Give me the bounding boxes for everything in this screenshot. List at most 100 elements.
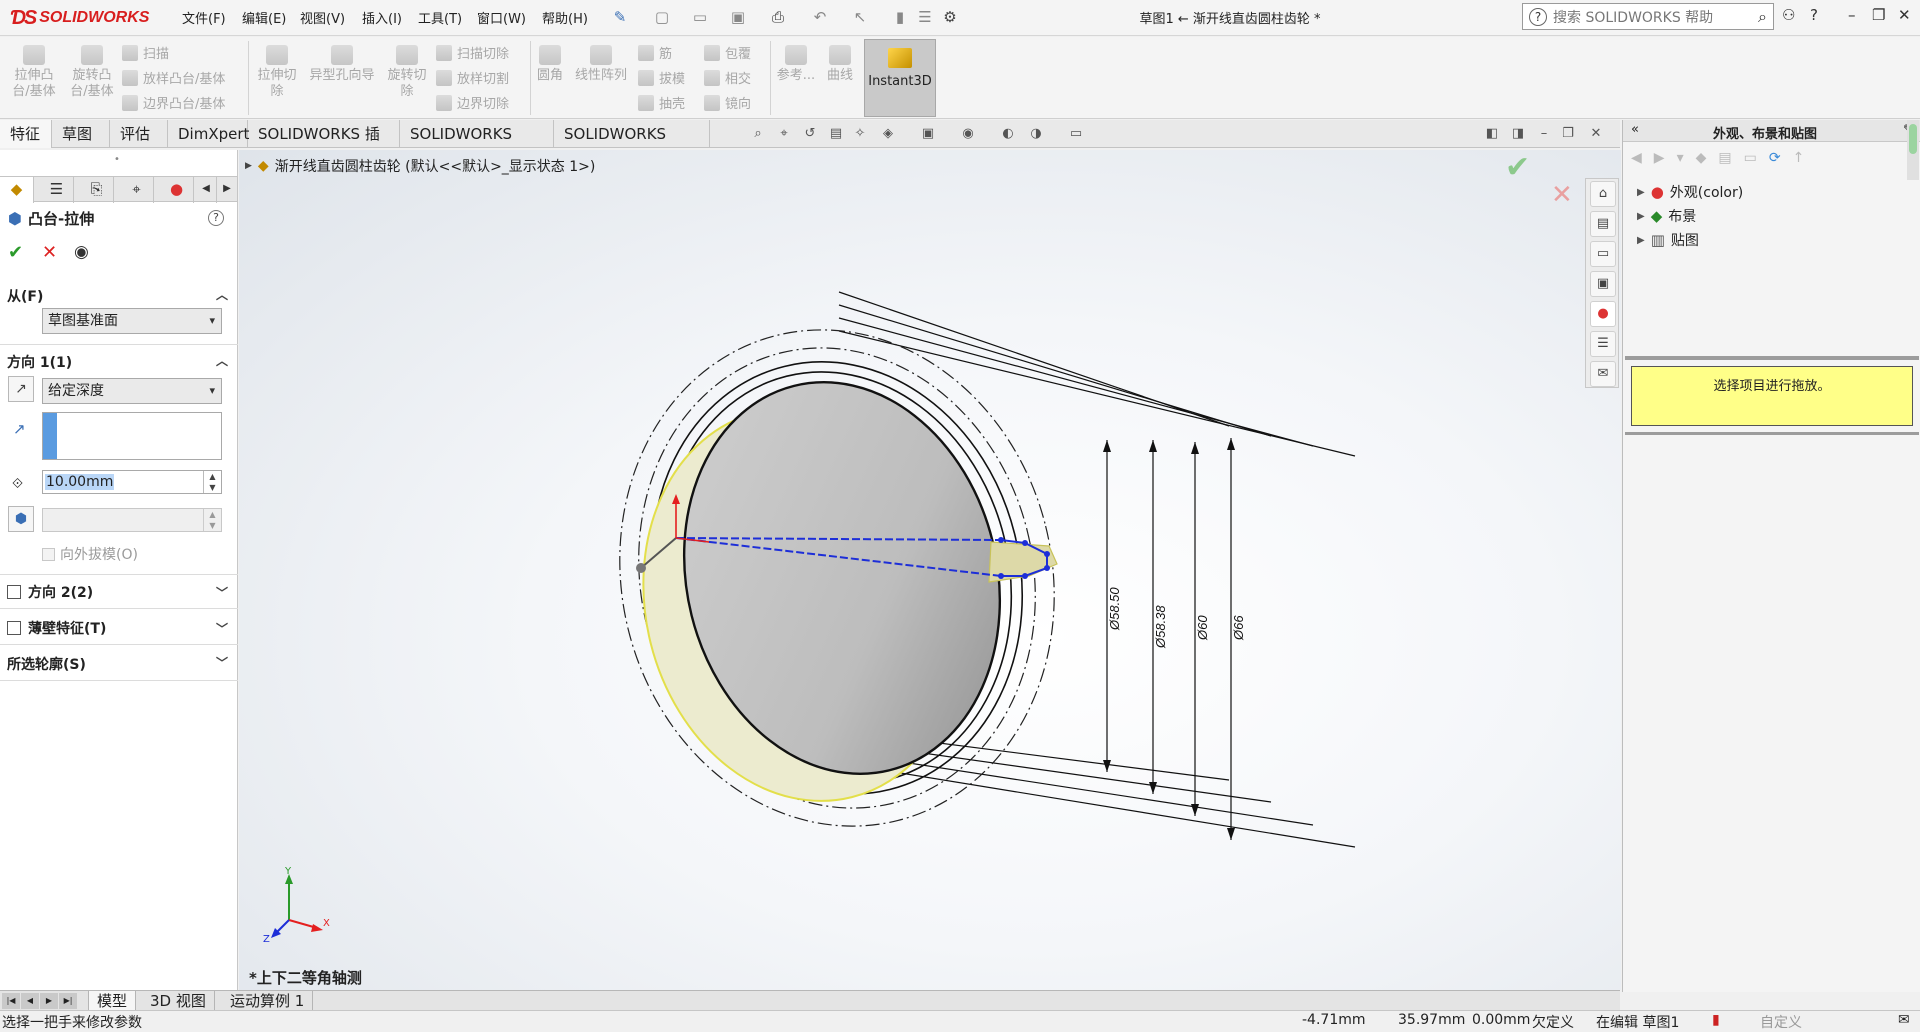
design-library-tab[interactable]: ▤ bbox=[1590, 211, 1616, 237]
edit-appearance-icon[interactable]: ◐ bbox=[1000, 126, 1016, 142]
save-icon[interactable]: ▣ bbox=[728, 7, 748, 27]
open-icon[interactable]: ▭ bbox=[690, 7, 710, 27]
extrude-cut-button[interactable]: 拉伸切 除 bbox=[254, 45, 300, 100]
hole-wizard-button[interactable]: 异型孔向导 bbox=[304, 45, 380, 84]
tree-item-decals[interactable]: ▶ ▥ 贴图 bbox=[1637, 230, 1699, 250]
prev-tab-icon[interactable]: ◀ bbox=[21, 993, 39, 1009]
draft-on-off-button[interactable]: ⬢ bbox=[8, 506, 34, 532]
tab-model[interactable]: 模型 bbox=[88, 991, 137, 1011]
rebuild-status-icon[interactable]: ▮ bbox=[1712, 1012, 1720, 1028]
tab-dimxpert[interactable]: DimXpert bbox=[168, 120, 249, 148]
file-properties-icon[interactable]: ☰ bbox=[915, 7, 935, 27]
menu-view[interactable]: 视图(V) bbox=[300, 8, 345, 27]
restore-icon[interactable]: ❐ bbox=[1872, 6, 1885, 24]
hide-show-icon[interactable]: ◉ bbox=[960, 126, 976, 142]
tab-sketch[interactable]: 草图 bbox=[52, 120, 110, 148]
revolve-boss-button[interactable]: 旋转凸 台/基体 bbox=[66, 45, 118, 100]
thin-feature-checkbox[interactable] bbox=[7, 621, 21, 635]
display-style-icon[interactable]: ▣ bbox=[920, 126, 936, 142]
menu-window[interactable]: 窗口(W) bbox=[477, 8, 526, 27]
up-icon[interactable]: ↑ bbox=[1793, 150, 1805, 166]
tooltip-icon[interactable]: ✉ bbox=[1898, 1012, 1910, 1028]
apply-scene-icon[interactable]: ◑ bbox=[1028, 126, 1044, 142]
diameter-dimensions[interactable]: Ø58.50 Ø58.38 Ø60 Ø66 bbox=[1107, 587, 1246, 649]
sweep-button[interactable]: 扫描 bbox=[122, 43, 169, 62]
boundary-boss-button[interactable]: 边界凸台/基体 bbox=[122, 93, 225, 112]
fillet-button[interactable]: 圆角 bbox=[534, 45, 566, 84]
extrude-boss-button[interactable]: 拉伸凸 台/基体 bbox=[8, 45, 60, 100]
solidworks-resources-tab[interactable]: ⌂ bbox=[1590, 181, 1616, 207]
dim-58-50[interactable]: Ø58.50 bbox=[1107, 587, 1122, 631]
solidworks-logo[interactable]: ƊS SOLIDWORKS bbox=[10, 4, 152, 32]
direction2-checkbox[interactable] bbox=[7, 585, 21, 599]
new-document-icon[interactable]: ▢ bbox=[652, 7, 672, 27]
folder-add-icon[interactable]: ▭ bbox=[1744, 150, 1757, 166]
first-tab-icon[interactable]: |◀ bbox=[2, 993, 20, 1009]
dim-66[interactable]: Ø66 bbox=[1231, 615, 1246, 641]
loft-boss-button[interactable]: 放样凸台/基体 bbox=[122, 68, 225, 87]
displaymanager-tab[interactable]: ● bbox=[160, 177, 194, 203]
boundary-cut-button[interactable]: 边界切除 bbox=[436, 93, 509, 112]
dim-58-38[interactable]: Ø58.38 bbox=[1153, 605, 1168, 649]
close-icon[interactable]: ✕ bbox=[1898, 6, 1911, 24]
cancel-x-icon[interactable]: ✕ bbox=[42, 242, 57, 263]
previous-view-icon[interactable]: ↺ bbox=[802, 126, 818, 142]
draft-button[interactable]: 拔模 bbox=[638, 68, 685, 87]
instant3d-button[interactable]: Instant3D bbox=[864, 39, 936, 117]
splitter-bar[interactable] bbox=[1625, 356, 1919, 360]
zoom-to-area-icon[interactable]: ⌖ bbox=[776, 126, 792, 142]
propertymanager-tab[interactable]: ☰ bbox=[40, 177, 74, 203]
search-box[interactable]: ? 搜索 SOLIDWORKS 帮助 ⌕ bbox=[1522, 3, 1774, 30]
zoom-to-fit-icon[interactable]: ⌕ bbox=[750, 126, 766, 142]
back-icon[interactable]: ◀ bbox=[1631, 150, 1642, 166]
rib-button[interactable]: 筋 bbox=[638, 43, 672, 62]
tile-left-icon[interactable]: ◧ bbox=[1484, 126, 1500, 142]
appearances-tab[interactable]: ● bbox=[1590, 301, 1616, 327]
select-icon[interactable]: ↖ bbox=[850, 7, 870, 27]
refresh-icon[interactable]: ⟳ bbox=[1769, 150, 1781, 166]
tab-mbd[interactable]: SOLIDWORKS MBD bbox=[400, 120, 554, 171]
user-icon[interactable]: ⚇ bbox=[1782, 6, 1795, 24]
spinner-arrows-icon[interactable]: ▲ ▼ bbox=[203, 471, 221, 493]
selected-contours-group-header[interactable]: 所选轮廓(S) ﹀ bbox=[0, 654, 238, 674]
tab-motion-study[interactable]: 运动算例 1 bbox=[222, 991, 314, 1011]
model-viewport[interactable]: Ø58.50 Ø58.38 Ø60 Ø66 Y X Z bbox=[239, 150, 1621, 990]
tab-addins[interactable]: SOLIDWORKS 插件 bbox=[248, 120, 400, 171]
dynamic-annotation-icon[interactable]: ✧ bbox=[852, 126, 868, 142]
tree-item-scenes[interactable]: ▶ ◆ 布景 bbox=[1637, 206, 1696, 226]
doc-restore-icon[interactable]: ❐ bbox=[1560, 126, 1576, 142]
direction1-group-header[interactable]: 方向 1(1) ︿ bbox=[0, 352, 238, 372]
help-menu-icon[interactable]: ? bbox=[1810, 6, 1818, 24]
help-icon[interactable]: ? bbox=[208, 210, 224, 226]
pin-icon[interactable]: ✎ bbox=[610, 7, 630, 27]
from-select[interactable]: 草图基准面 ▾ bbox=[42, 308, 222, 334]
menu-edit[interactable]: 编辑(E) bbox=[242, 8, 286, 27]
unit-system[interactable]: 自定义 bbox=[1760, 1012, 1802, 1032]
task-pane-scrollbar[interactable] bbox=[1907, 120, 1919, 180]
section-view-icon[interactable]: ▤ bbox=[828, 126, 844, 142]
collapse-pane-icon[interactable]: « bbox=[1631, 122, 1639, 137]
undo-icon[interactable]: ↶ bbox=[810, 7, 830, 27]
shell-button[interactable]: 抽壳 bbox=[638, 93, 685, 112]
add-favorite-icon[interactable]: ◆ bbox=[1696, 150, 1707, 166]
last-tab-icon[interactable]: ▶| bbox=[59, 993, 77, 1009]
tab-features[interactable]: 特征 bbox=[0, 120, 52, 148]
dropdown-icon[interactable]: ▾ bbox=[1677, 150, 1684, 166]
print-icon[interactable]: ⎙ bbox=[768, 7, 788, 27]
menu-file[interactable]: 文件(F) bbox=[182, 8, 226, 27]
doc-close-icon[interactable]: ✕ bbox=[1588, 126, 1604, 142]
from-group-header[interactable]: 从(F) ︿ bbox=[0, 286, 238, 306]
wrap-button[interactable]: 包覆 bbox=[704, 43, 751, 62]
dimxpertmanager-tab[interactable]: ⌖ bbox=[120, 177, 154, 203]
lofted-cut-button[interactable]: 放样切割 bbox=[436, 68, 509, 87]
search-icon[interactable]: ⌕ bbox=[1758, 7, 1767, 27]
file-explorer-tab[interactable]: ▭ bbox=[1590, 241, 1616, 267]
featuremanager-tab[interactable]: ◆ bbox=[0, 177, 34, 203]
linear-pattern-button[interactable]: 线性阵列 bbox=[570, 45, 632, 84]
rebuild-icon[interactable]: ▮ bbox=[890, 7, 910, 27]
next-tab-icon[interactable]: ▶ bbox=[40, 993, 58, 1009]
intersect-button[interactable]: 相交 bbox=[704, 68, 751, 87]
configurationmanager-tab[interactable]: ⎘ bbox=[80, 177, 114, 203]
thin-feature-group-header[interactable]: 薄壁特征(T) ﹀ bbox=[0, 618, 238, 638]
custom-properties-tab[interactable]: ☰ bbox=[1590, 331, 1616, 357]
